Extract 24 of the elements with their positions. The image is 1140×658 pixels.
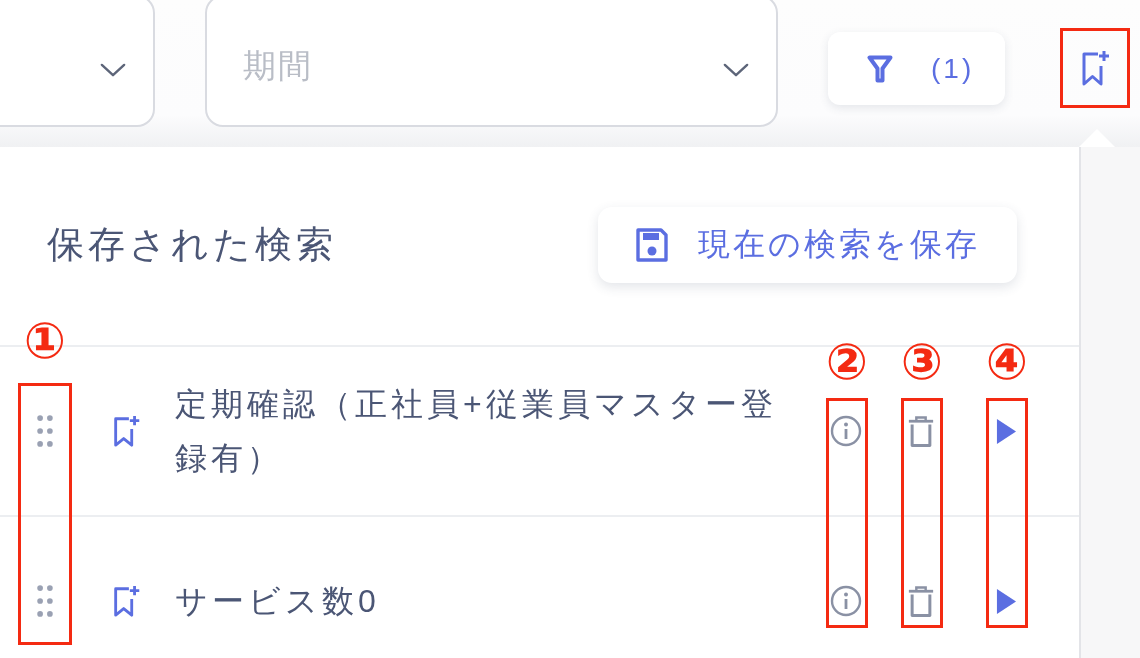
bookmark-plus-icon <box>112 414 142 448</box>
select-field[interactable] <box>0 0 155 127</box>
annotation-number: ③ <box>899 333 945 392</box>
annotation-number: ① <box>22 312 68 371</box>
info-icon[interactable] <box>830 415 862 447</box>
info-icon[interactable] <box>830 585 862 617</box>
play-icon[interactable] <box>995 417 1017 445</box>
saved-search-name: サービス数0 <box>175 582 381 621</box>
drag-handle-icon[interactable] <box>37 414 53 448</box>
drag-handle-icon[interactable] <box>37 584 53 618</box>
annotation-number: ② <box>824 333 870 392</box>
bookmark-plus-icon <box>1080 49 1111 87</box>
chevron-down-icon <box>100 63 126 78</box>
panel-title: 保存された検索 <box>47 223 337 267</box>
play-icon[interactable] <box>995 587 1017 615</box>
save-search-button[interactable]: 現在の検索を保存 <box>598 207 1017 283</box>
filter-icon <box>867 53 893 84</box>
filter-button[interactable]: (1) <box>828 32 1005 105</box>
chevron-down-icon <box>723 63 749 78</box>
annotation-number: ④ <box>984 333 1030 392</box>
trash-icon[interactable] <box>907 584 935 618</box>
trash-icon[interactable] <box>907 414 935 448</box>
bookmark-plus-icon <box>112 584 142 618</box>
saved-search-name: 定期確認（正社員+従業員マスター登録有） <box>175 385 778 478</box>
